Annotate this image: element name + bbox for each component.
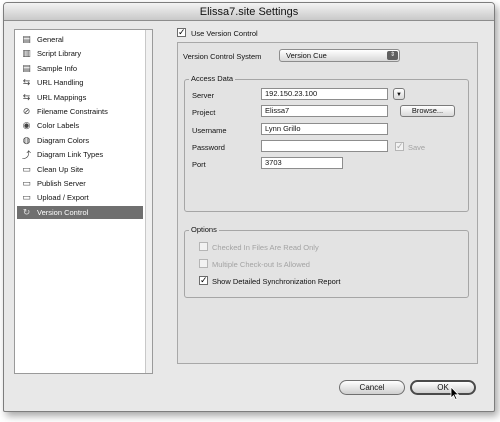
sidebar-item-upload-export[interactable]: ▭ Upload / Export [17,191,143,204]
sidebar-item-publish-server[interactable]: ▭ Publish Server [17,177,143,190]
clean-up-site-icon: ▭ [22,163,31,174]
vcs-select[interactable]: Version Cue ⇕ [279,49,400,62]
version-control-panel: Version Control System Version Cue ⇕ Acc… [177,42,478,364]
sync-report-checkbox[interactable]: ✓ [199,276,208,285]
sidebar-item-script-library[interactable]: ▥ Script Library [17,47,143,60]
sidebar-item-sample-info[interactable]: ▤ Sample Info [17,62,143,75]
version-control-icon: ↻ [22,206,31,217]
diagram-link-types-icon: ⤴ [21,150,31,161]
server-label: Server [192,91,215,100]
publish-server-icon: ▭ [22,178,31,188]
filename-constraints-icon: ⊘ [22,106,31,116]
sidebar-item-general[interactable]: ▤ General [17,33,143,46]
color-labels-icon: ◉ [22,120,31,131]
options-title: Options [189,225,219,234]
password-field[interactable] [261,140,388,152]
sidebar-item-label: Filename Constraints [37,107,108,116]
username-label: Username [192,126,227,135]
project-label: Project [192,108,216,117]
sidebar-item-label: Sample Info [37,63,78,73]
vcs-label: Version Control System [183,52,262,61]
sidebar-item-clean-up-site[interactable]: ▭ Clean Up Site [17,163,143,176]
sidebar-item-label: Diagram Link Types [37,150,104,160]
server-field[interactable]: 192.150.23.100 [261,88,388,100]
cancel-button[interactable]: Cancel [339,380,405,395]
diagram-colors-icon: ◍ [22,134,31,145]
sidebar-item-url-mappings[interactable]: ⇆ URL Mappings [17,91,143,104]
script-library-icon: ▥ [22,48,31,59]
save-password-label: Save [408,143,426,152]
username-field[interactable]: Lynn Grillo [261,123,388,135]
sidebar-item-label: URL Handling [37,78,84,88]
multiple-checkout-checkbox[interactable] [199,259,208,268]
vcs-select-value: Version Cue [286,51,327,60]
browse-button[interactable]: Browse... [400,105,455,117]
read-only-checkbox[interactable] [199,242,208,251]
use-version-control-label: Use Version Control [191,29,258,38]
title-bar[interactable]: Elissa7.site Settings [4,3,494,21]
url-mappings-icon: ⇆ [22,91,31,102]
port-field[interactable]: 3703 [261,157,343,169]
chevron-down-icon: ▼ [396,92,402,98]
settings-sidebar: ▤ General ▥ Script Library ▤ Sample Info ⇆ URL … [14,29,153,374]
url-handling-icon: ⇆ [22,77,31,88]
server-dropdown-button[interactable]: ▼ [393,88,405,100]
upload-export-icon: ▭ [22,192,31,203]
mouse-cursor-icon [450,386,460,400]
sidebar-item-diagram-colors[interactable]: ◍ Diagram Colors [17,134,143,147]
sidebar-item-label: Diagram Colors [37,135,90,145]
sidebar-item-label: Color Labels [37,121,80,131]
sidebar-item-label: Script Library [37,49,82,59]
read-only-label: Checked In Files Are Read Only [212,243,319,252]
use-version-control-checkbox[interactable]: ✓ [177,28,186,37]
checkmark-icon: ✓ [178,27,186,37]
sidebar-scrollbar[interactable] [145,30,152,373]
project-field[interactable]: Elissa7 [261,105,388,117]
checkmark-icon: ✓ [396,141,404,151]
settings-window: Elissa7.site Settings ▤ General ▥ Script Li… [3,2,495,412]
ok-button[interactable]: OK [410,380,476,395]
password-label: Password [192,143,225,152]
sync-report-label: Show Detailed Synchronization Report [212,277,341,286]
sidebar-item-label: General [37,35,64,44]
sidebar-item-version-control[interactable]: ↻ Version Control [17,205,143,219]
port-label: Port [192,160,206,169]
chevron-updown-icon: ⇕ [387,51,398,60]
sidebar-item-label: URL Mappings [37,92,87,102]
sample-info-icon: ▤ [22,62,31,73]
sidebar-item-diagram-link-types[interactable]: ⤴ Diagram Link Types [17,148,143,161]
sidebar-item-url-handling[interactable]: ⇆ URL Handling [17,76,143,89]
sidebar-item-label: Version Control [37,207,89,217]
sidebar-item-label: Upload / Export [37,193,89,203]
sidebar-item-filename-constraints[interactable]: ⊘ Filename Constraints [17,105,143,118]
checkmark-icon: ✓ [200,275,208,285]
multiple-checkout-label: Multiple Check-out Is Allowed [212,260,310,269]
general-icon: ▤ [22,34,31,44]
sidebar-item-label: Publish Server [37,179,86,188]
sidebar-item-label: Clean Up Site [37,164,84,174]
save-password-checkbox[interactable]: ✓ [395,142,404,151]
window-title: Elissa7.site Settings [199,6,299,18]
access-data-title: Access Data [189,74,236,83]
sidebar-item-color-labels[interactable]: ◉ Color Labels [17,119,143,132]
